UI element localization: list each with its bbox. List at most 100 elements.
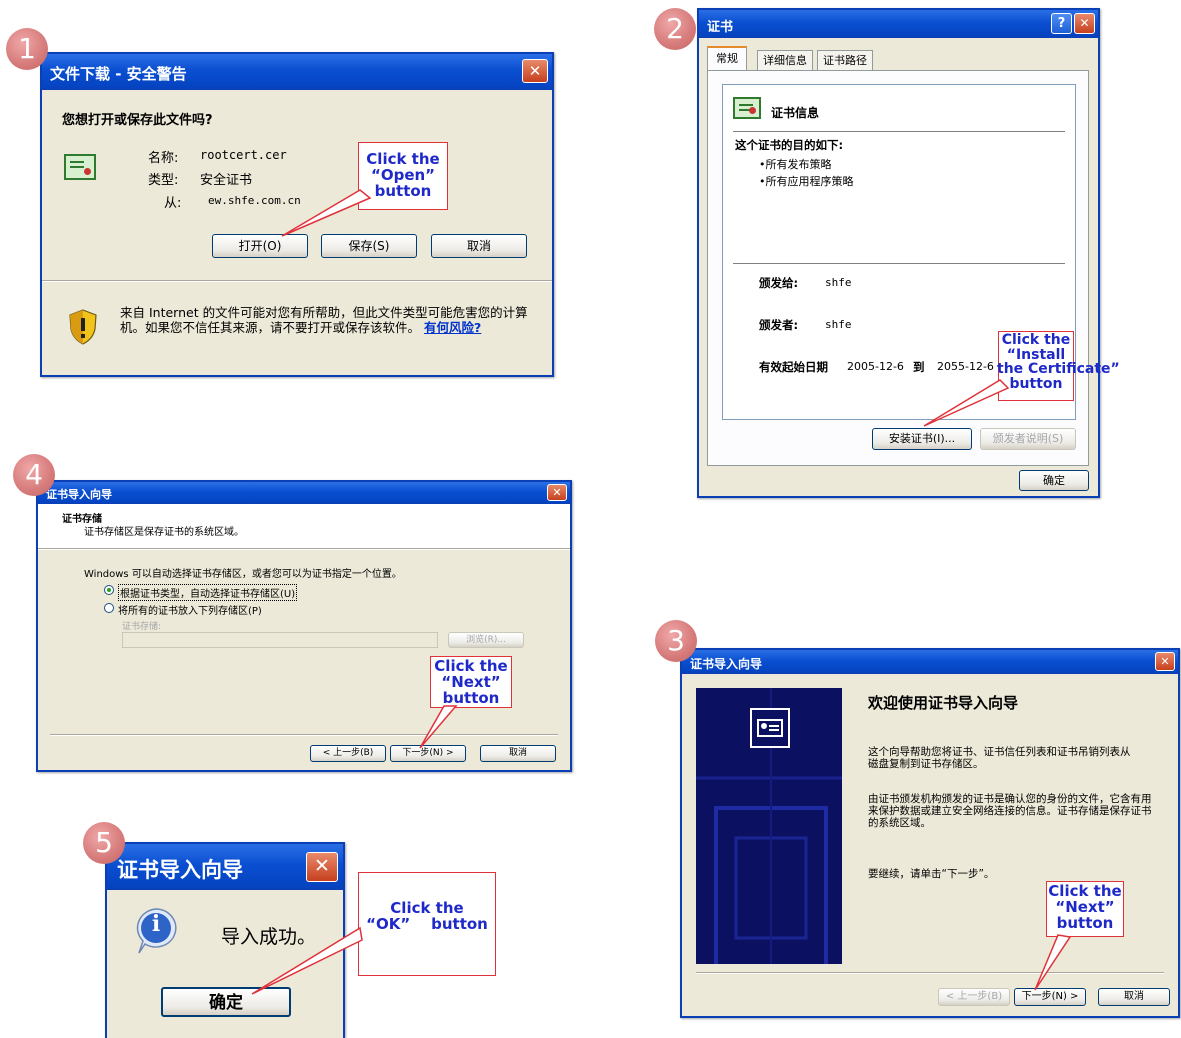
step-5-badge: 5	[83, 822, 125, 864]
ok-button[interactable]: 确定	[1019, 470, 1089, 491]
valid-to-value: 2055-12-6	[937, 360, 994, 373]
radio-manual-label: 将所有的证书放入下列存储区(P)	[118, 606, 262, 617]
welcome-para-3: 要继续，请单击“下一步”。	[868, 868, 995, 880]
certificate-icon	[733, 97, 761, 119]
divider	[42, 280, 552, 282]
certificate-dialog: 证书 ? ✕ 常规 详细信息 证书路径 证书信息 这个证书的目的如下: •所有发…	[697, 8, 1100, 498]
security-warning-text: 来自 Internet 的文件可能对您有所帮助，但此文件类型可能危害您的计算机。…	[120, 305, 530, 335]
step-2-badge: 2	[654, 8, 696, 50]
step-4-badge: 4	[13, 454, 55, 496]
import-success-message: 导入成功。	[221, 926, 317, 948]
close-icon[interactable]: ✕	[547, 484, 567, 501]
info-glyph: i	[151, 911, 161, 937]
next-button[interactable]: 下一步(N) >	[390, 745, 466, 762]
footer-rule	[50, 734, 558, 736]
cancel-button[interactable]: 取消	[1098, 988, 1170, 1006]
tab-cert-path[interactable]: 证书路径	[817, 50, 873, 72]
cert-store-title: 证书导入向导	[46, 488, 112, 501]
file-download-titlebar: 文件下载 - 安全警告 ✕	[42, 54, 552, 90]
next-button[interactable]: 下一步(N) >	[1014, 988, 1086, 1006]
step-3-badge: 3	[655, 620, 697, 662]
middle-rule	[733, 263, 1065, 264]
ok-button[interactable]: 确定	[161, 987, 291, 1017]
tab-panel: 证书信息 这个证书的目的如下: •所有发布策略 •所有应用程序策略 颁发给: s…	[707, 70, 1089, 466]
import-success-title: 证书导入向导	[117, 858, 243, 882]
valid-from-label: 有效起始日期	[759, 360, 828, 374]
welcome-wizard: 证书导入向导 ✕ 欢迎使用证书导入向导 这个向导帮助您将证书、证书信任列表和证书…	[680, 648, 1180, 1018]
close-icon[interactable]: ✕	[1155, 652, 1175, 671]
wizard-banner	[696, 688, 842, 964]
ok-callout-line-2: “OK” button	[366, 914, 488, 933]
install-callout-line-4: button	[1009, 376, 1063, 393]
risk-link[interactable]: 有何风险?	[424, 320, 481, 335]
header-rule	[38, 548, 570, 550]
close-icon[interactable]: ✕	[1074, 13, 1095, 34]
cert-store-wizard: 证书导入向导 ✕ 证书存储 证书存储区是保存证书的系统区域。 Windows 可…	[36, 480, 572, 772]
certificate-titlebar: 证书 ? ✕	[699, 10, 1098, 38]
cancel-button[interactable]: 取消	[431, 234, 527, 258]
purpose-label: 这个证书的目的如下:	[735, 138, 844, 152]
store-subheading: 证书存储区是保存证书的系统区域。	[84, 527, 244, 538]
tab-details[interactable]: 详细信息	[757, 50, 813, 72]
install-callout-line-2: “Install	[1006, 346, 1066, 363]
file-download-dialog: 文件下载 - 安全警告 ✕ 您想打开或保存此文件吗? 名称: rootcert.…	[40, 52, 554, 377]
footer-rule	[696, 972, 1164, 974]
info-icon: i	[131, 906, 181, 956]
next-callout-4: Click the “Next” button	[430, 656, 512, 708]
radio-auto-label: 根据证书类型，自动选择证书存储区(U)	[118, 584, 298, 601]
certificate-icon	[64, 154, 96, 180]
back-button: < 上一步(B)	[938, 988, 1010, 1006]
issued-to-value: shfe	[825, 276, 852, 289]
store-description: Windows 可以自动选择证书存储区，或者您可以为证书指定一个位置。	[84, 569, 402, 580]
name-value: rootcert.cer	[200, 148, 287, 162]
type-label: 类型:	[148, 173, 179, 188]
open-callout-line-3: button	[374, 181, 432, 200]
welcome-title: 证书导入向导	[690, 657, 763, 671]
help-icon[interactable]: ?	[1051, 13, 1072, 34]
store-field-label: 证书存储:	[122, 622, 162, 632]
install-callout-line-1: Click the	[1001, 332, 1071, 348]
type-value: 安全证书	[200, 173, 253, 188]
close-icon[interactable]: ✕	[522, 59, 548, 83]
heading-rule	[733, 131, 1065, 132]
shield-icon	[68, 309, 98, 345]
cert-store-titlebar: 证书导入向导 ✕	[38, 482, 570, 504]
import-success-titlebar: 证书导入向导 ✕	[107, 844, 343, 890]
back-button[interactable]: < 上一步(B)	[310, 745, 386, 762]
open-button[interactable]: 打开(O)	[212, 234, 308, 258]
next-callout-4-line-3: button	[442, 688, 500, 707]
next-callout-3: Click the “Next” button	[1046, 881, 1124, 937]
close-icon[interactable]: ✕	[306, 852, 338, 882]
next-callout-3-line-3: button	[1056, 913, 1114, 932]
issued-by-label: 颁发者:	[759, 318, 799, 332]
step-1-badge: 1	[6, 28, 48, 70]
install-certificate-button[interactable]: 安装证书(I)...	[872, 428, 972, 450]
download-question: 您想打开或保存此文件吗?	[62, 113, 213, 128]
issued-to-label: 颁发给:	[759, 276, 799, 290]
issued-by-value: shfe	[825, 318, 852, 331]
welcome-titlebar: 证书导入向导 ✕	[682, 650, 1178, 674]
from-value: ew.shfe.com.cn	[208, 194, 301, 207]
valid-to-label: 到	[913, 360, 925, 374]
valid-from-value: 2005-12-6	[847, 360, 904, 373]
cancel-button[interactable]: 取消	[480, 745, 556, 762]
save-button[interactable]: 保存(S)	[321, 234, 417, 258]
certificate-title: 证书	[707, 20, 734, 35]
file-download-title: 文件下载 - 安全警告	[50, 65, 187, 83]
purpose-item-2: •所有应用程序策略	[759, 175, 854, 188]
import-success-dialog: 证书导入向导 ✕ i 导入成功。 确定	[105, 842, 345, 1038]
name-label: 名称:	[148, 151, 179, 166]
welcome-heading: 欢迎使用证书导入向导	[868, 694, 1019, 712]
browse-button: 浏览(R)...	[448, 632, 524, 648]
certificate-wizard-icon	[750, 708, 790, 748]
install-callout-line-3: the Certificate”	[997, 361, 1120, 378]
purpose-item-1: •所有发布策略	[759, 158, 832, 171]
store-field	[122, 632, 438, 648]
radio-manual[interactable]	[104, 603, 114, 613]
radio-auto[interactable]	[104, 585, 114, 595]
issuer-statement-button: 颁发者说明(S)	[980, 428, 1076, 450]
welcome-para-2: 由证书颁发机构颁发的证书是确认您的身份的文件，它含有用来保护数据或建立安全网络连…	[868, 793, 1152, 829]
install-callout: Click the “Install the Certificate” butt…	[997, 331, 1120, 401]
welcome-para-1: 这个向导帮助您将证书、证书信任列表和证书吊销列表从磁盘复制到证书存储区。	[868, 746, 1131, 770]
ok-callout: Click the “OK” button	[358, 872, 496, 976]
